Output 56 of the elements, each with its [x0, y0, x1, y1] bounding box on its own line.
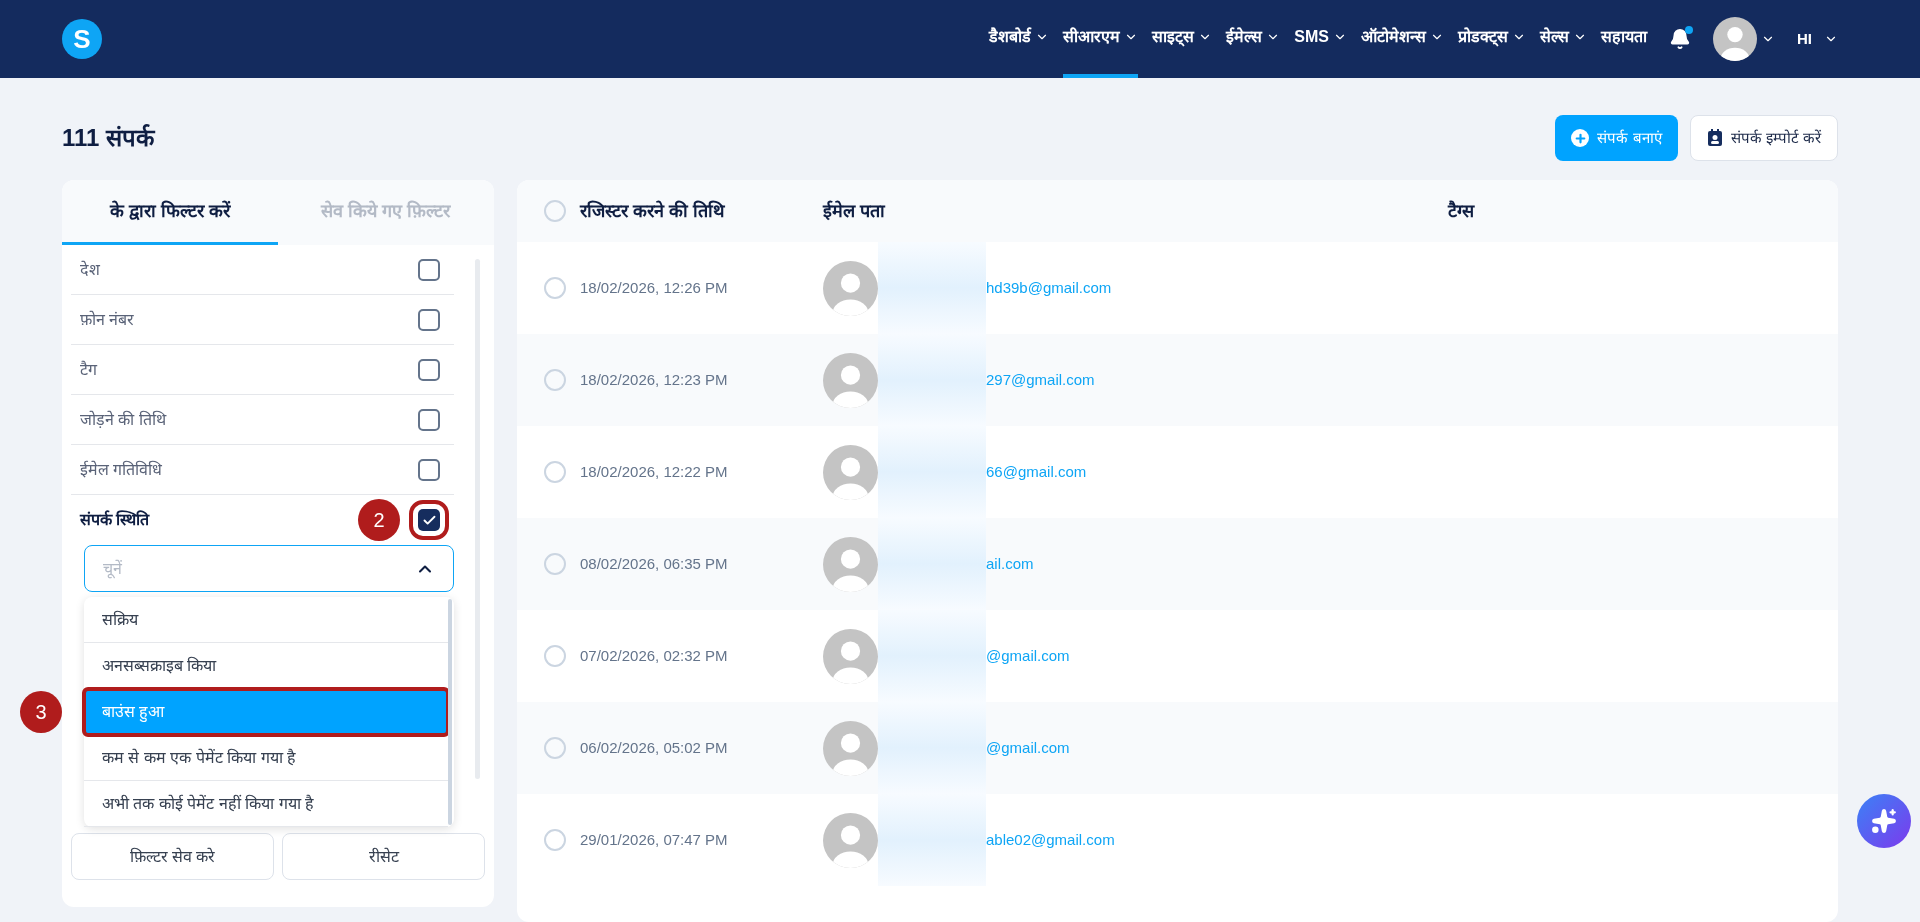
- ai-assistant-button[interactable]: [1857, 794, 1911, 848]
- checkbox[interactable]: [418, 258, 440, 281]
- filter-label: संपर्क स्थिति: [80, 509, 150, 530]
- column-header: टैग्स: [1448, 199, 1474, 223]
- table-cell-text: 08/02/2026, 06:35 PM: [580, 553, 729, 574]
- user-avatar: [1713, 17, 1757, 61]
- row-radio[interactable]: [544, 461, 566, 483]
- sparkles-icon: [1871, 808, 1897, 834]
- column-header: रजिस्टर करने की तिथि: [580, 199, 726, 223]
- select-placeholder: चूनें: [103, 558, 122, 581]
- checkbox[interactable]: [418, 308, 440, 331]
- nav-menu-item[interactable]: SMS: [1294, 0, 1347, 78]
- nav-menu-item[interactable]: ईमेल्स: [1226, 0, 1281, 78]
- plus-icon: [1571, 129, 1590, 147]
- checkbox[interactable]: [418, 358, 440, 381]
- contact-avatar: [823, 352, 878, 408]
- row-radio[interactable]: [544, 645, 566, 667]
- nav-menu-item[interactable]: साइट्स: [1152, 0, 1213, 78]
- page-title: 111 संपर्क: [62, 123, 155, 153]
- contact-avatar: [823, 720, 878, 776]
- filter-label: देश: [80, 259, 100, 280]
- filter-label: टैग: [80, 359, 97, 380]
- row-radio[interactable]: [544, 829, 566, 851]
- column-header: ईमेल पता: [823, 199, 887, 223]
- checkbox[interactable]: [418, 408, 440, 431]
- nav-menu-item[interactable]: सेल्स: [1540, 0, 1587, 78]
- row-radio[interactable]: [544, 277, 566, 299]
- table-cell-text: 06/02/2026, 05:02 PM: [580, 737, 729, 758]
- filter-tab[interactable]: के द्वारा फिल्टर करें: [62, 180, 278, 245]
- table-cell-text: 29/01/2026, 07:47 PM: [580, 829, 729, 850]
- nav-menu-item[interactable]: प्रोडक्ट्स: [1458, 0, 1526, 78]
- table-cell-text: 07/02/2026, 02:32 PM: [580, 645, 729, 666]
- select-all-radio[interactable]: [544, 200, 566, 222]
- checkbox[interactable]: [418, 458, 440, 481]
- table-cell-text: 18/02/2026, 12:26 PM: [580, 277, 729, 298]
- nav-menu-item[interactable]: सीआरएम: [1063, 0, 1139, 78]
- row-radio[interactable]: [544, 369, 566, 391]
- import-contacts-button[interactable]: संपर्क इम्पोर्ट करें: [1689, 115, 1838, 161]
- row-radio[interactable]: [544, 737, 566, 759]
- table-cell-text: 18/02/2026, 12:23 PM: [580, 369, 729, 390]
- contact-card-icon: [1706, 129, 1723, 147]
- nav-menu-item[interactable]: सहायता: [1601, 0, 1647, 78]
- filter-label: ईमेल गतिविधि: [80, 459, 163, 480]
- table-cell-text: 18/02/2026, 12:22 PM: [580, 461, 729, 482]
- row-radio[interactable]: [544, 553, 566, 575]
- language-selector[interactable]: HI: [1797, 27, 1838, 51]
- nav-menu-item[interactable]: डैशबोर्ड: [989, 0, 1050, 78]
- filter-action-button[interactable]: रीसेट: [282, 833, 485, 880]
- notification-button[interactable]: [1669, 28, 1691, 50]
- nav-menu-item[interactable]: ऑटोमेशन्स: [1361, 0, 1444, 78]
- filter-action-button[interactable]: फ़िल्टर सेव करे: [71, 833, 274, 880]
- step-badge: 2: [358, 499, 400, 541]
- step-badge: 3: [20, 691, 62, 733]
- filter-label: जोड़ने की तिथि: [80, 409, 166, 430]
- filter-label: फ़ोन नंबर: [80, 309, 135, 330]
- contact-avatar: [823, 536, 878, 592]
